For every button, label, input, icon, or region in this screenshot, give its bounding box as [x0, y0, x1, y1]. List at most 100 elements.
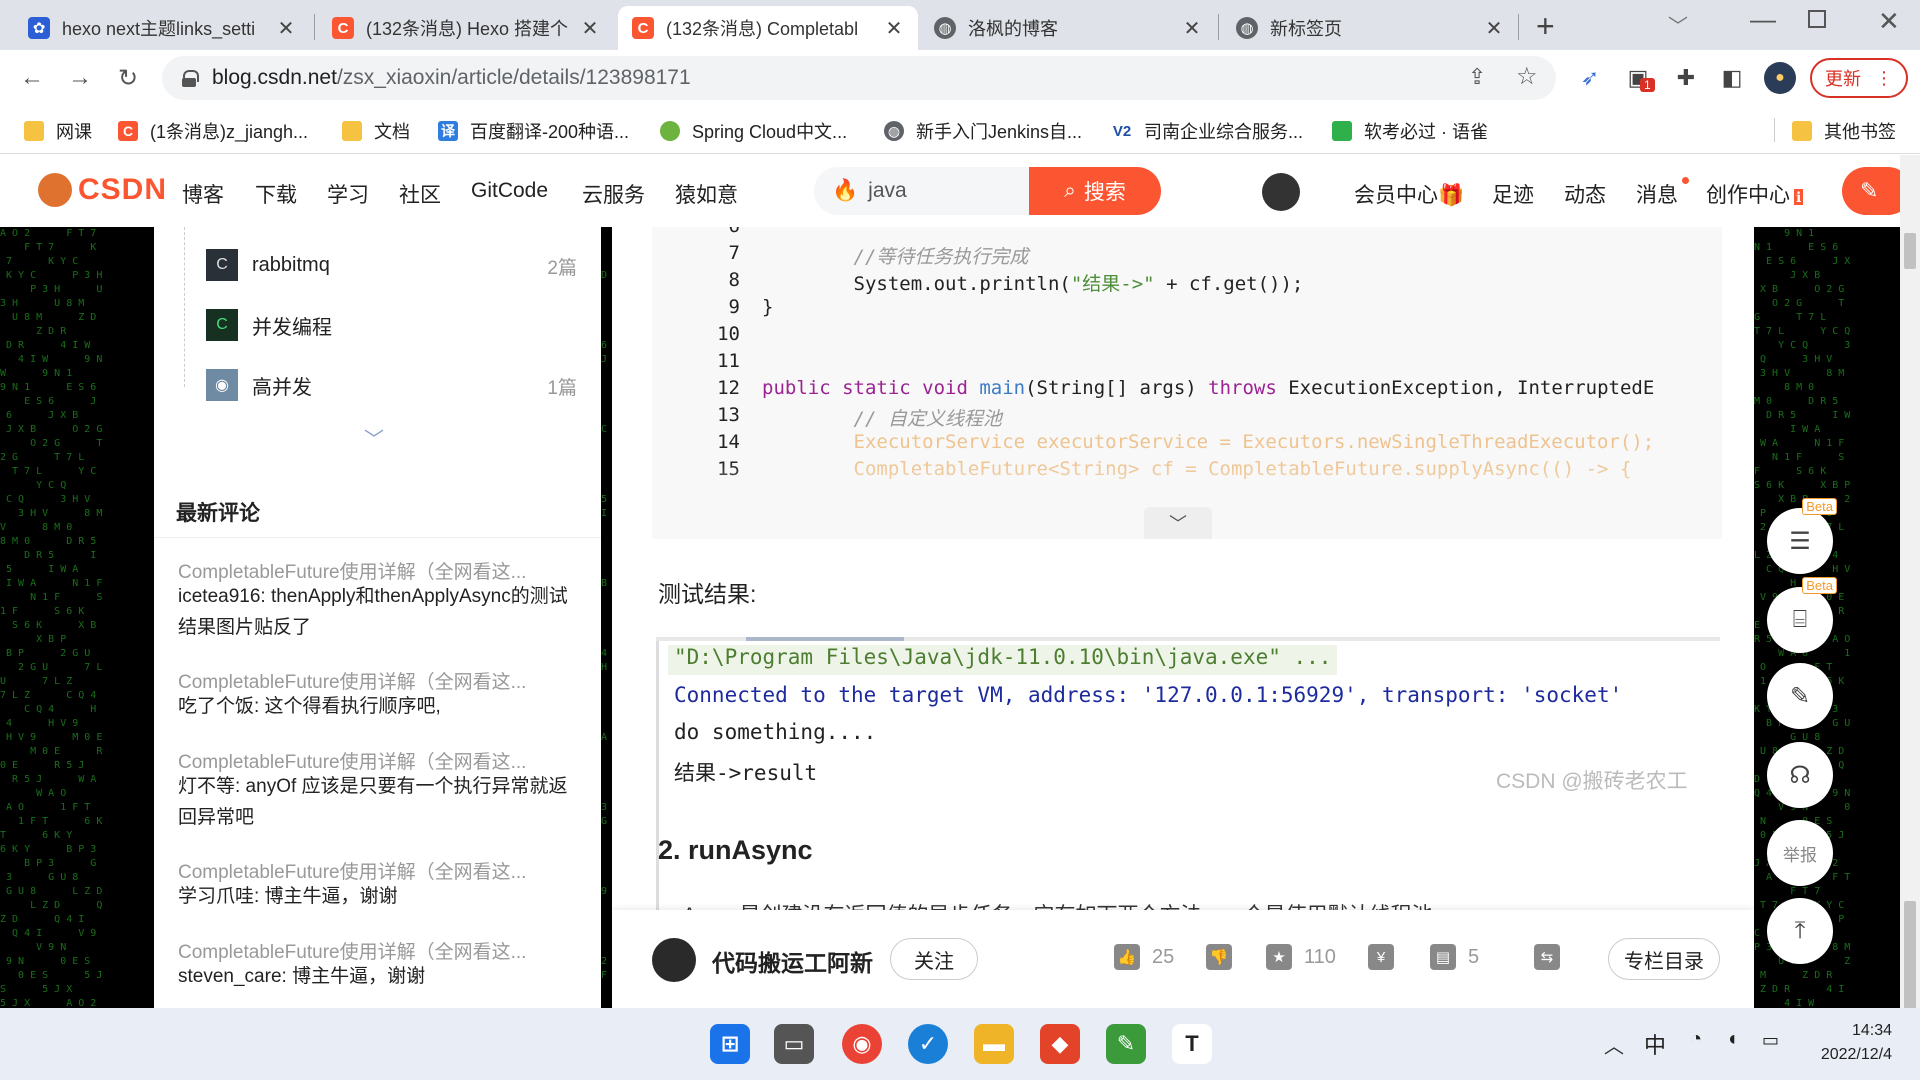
- side-panel-icon[interactable]: ◧: [1716, 62, 1748, 94]
- close-icon[interactable]: ✕: [884, 16, 904, 41]
- ai-assistant-button[interactable]: ⌸ Beta: [1767, 577, 1837, 653]
- extension-icon[interactable]: ▣ 1: [1622, 62, 1655, 94]
- file-explorer-icon[interactable]: ▬: [974, 1024, 1014, 1064]
- bookmark-item[interactable]: 软考必过 · 语雀: [1332, 118, 1488, 144]
- task-view-icon[interactable]: ▭: [774, 1024, 814, 1064]
- puzzle-icon[interactable]: ✚: [1670, 62, 1702, 94]
- reward-button[interactable]: ¥: [1368, 944, 1406, 970]
- git-icon[interactable]: ◆: [1040, 1024, 1080, 1064]
- forward-icon[interactable]: →: [64, 62, 96, 94]
- comment-article-link[interactable]: CompletableFuture使用详解（全网看这...: [178, 667, 568, 694]
- nav-download[interactable]: 下载: [255, 179, 297, 209]
- share-button[interactable]: ⇆: [1534, 944, 1572, 970]
- share-icon[interactable]: ⇪: [1468, 64, 1486, 90]
- close-icon[interactable]: ✕: [276, 16, 296, 41]
- tab-luofeng-blog[interactable]: ◍ 洛枫的博客 ✕: [920, 6, 1216, 50]
- search-input[interactable]: 🔥 java: [814, 167, 1029, 215]
- nav-learn[interactable]: 学习: [327, 179, 369, 209]
- comment-article-link[interactable]: CompletableFuture使用详解（全网看这...: [178, 857, 568, 884]
- clock-time[interactable]: 14:34: [1814, 1022, 1892, 1040]
- nav-gitcode[interactable]: GitCode: [471, 179, 548, 203]
- volume-icon[interactable]: ◖: [1726, 1028, 1738, 1051]
- update-button[interactable]: 更新 ⋮: [1810, 58, 1908, 98]
- bookmark-item[interactable]: ◍ 新手入门Jenkins自...: [884, 118, 1082, 144]
- profile-avatar[interactable]: ●: [1764, 62, 1796, 94]
- comment-button[interactable]: ▤ 5: [1430, 944, 1479, 970]
- nav-blog[interactable]: 博客: [182, 179, 224, 209]
- wifi-icon[interactable]: ◔: [1690, 1028, 1702, 1051]
- v2-icon: V2: [1112, 121, 1132, 141]
- nav-creation[interactable]: 创作中心 ℹ: [1706, 179, 1804, 209]
- feather-extension-icon[interactable]: ➶: [1574, 62, 1606, 94]
- outline-button[interactable]: ☰ Beta: [1767, 498, 1837, 574]
- write-button[interactable]: ✎: [1767, 663, 1833, 729]
- expand-chevron-icon[interactable]: ﹀: [364, 423, 384, 452]
- support-button[interactable]: ☊: [1767, 742, 1833, 808]
- dislike-button[interactable]: 👎: [1206, 944, 1244, 970]
- close-icon[interactable]: ✕: [1484, 16, 1504, 41]
- nav-community[interactable]: 社区: [399, 179, 441, 209]
- tray-chevron-icon[interactable]: ︿: [1604, 1030, 1624, 1059]
- column-item-high-concurrency[interactable]: ◉ 高并发: [206, 369, 312, 401]
- battery-icon[interactable]: ▭: [1762, 1030, 1779, 1051]
- tab-search-chevron-icon[interactable]: ﹀: [1668, 10, 1688, 39]
- tab-new-tab[interactable]: ◍ 新标签页 ✕: [1222, 6, 1518, 50]
- tab-completablefuture[interactable]: C (132条消息) Completabl ✕: [618, 6, 918, 50]
- like-button[interactable]: 👍 25: [1114, 944, 1174, 970]
- chrome-icon[interactable]: ◉: [842, 1024, 882, 1064]
- ime-indicator[interactable]: 中: [1644, 1028, 1666, 1060]
- vscode-icon[interactable]: ✓: [908, 1024, 948, 1064]
- csdn-logo[interactable]: CSDN: [38, 173, 167, 207]
- favorite-button[interactable]: ★ 110: [1266, 944, 1336, 970]
- flame-icon: 🔥: [832, 179, 859, 202]
- typora-icon[interactable]: T: [1172, 1024, 1212, 1064]
- scrollbar-thumb[interactable]: [1904, 233, 1916, 269]
- comment-article-link[interactable]: CompletableFuture使用详解（全网看这...: [178, 747, 568, 774]
- nav-messages[interactable]: 消息: [1636, 177, 1689, 209]
- column-catalog-button[interactable]: 专栏目录: [1608, 938, 1720, 980]
- page-scrollbar[interactable]: [1900, 155, 1920, 1009]
- comment-article-link[interactable]: CompletableFuture使用详解（全网看这...: [178, 557, 568, 584]
- nav-vip[interactable]: 会员中心🎁: [1354, 179, 1464, 209]
- nav-dynamic[interactable]: 动态: [1564, 179, 1606, 209]
- clock-date[interactable]: 2022/12/4: [1804, 1046, 1892, 1064]
- report-button[interactable]: 举报: [1767, 820, 1833, 886]
- expand-code-button[interactable]: ﹀: [1144, 507, 1212, 539]
- reload-icon[interactable]: ↻: [112, 62, 144, 94]
- column-item-concurrency[interactable]: C 并发编程: [206, 309, 332, 341]
- close-icon[interactable]: ✕: [1182, 16, 1202, 41]
- user-avatar[interactable]: [1262, 173, 1300, 211]
- minimize-icon[interactable]: —: [1750, 4, 1776, 35]
- follow-button[interactable]: 关注: [890, 938, 978, 980]
- bookmark-star-icon[interactable]: ☆: [1516, 62, 1538, 91]
- search-button[interactable]: ⌕ 搜索: [1029, 167, 1161, 215]
- other-bookmarks[interactable]: 其他书签: [1792, 118, 1896, 144]
- scrollbar-thumb-lower[interactable]: [1904, 901, 1916, 1009]
- restore-icon[interactable]: [1808, 10, 1826, 28]
- author-avatar[interactable]: [652, 938, 696, 982]
- bookmark-item[interactable]: Spring Cloud中文...: [660, 118, 847, 144]
- nav-yuanruyi[interactable]: 猿如意: [675, 179, 738, 209]
- bookmark-item[interactable]: 文档: [342, 118, 410, 144]
- column-item-rabbitmq[interactable]: Crabbitmq: [206, 249, 330, 281]
- comment-article-link[interactable]: CompletableFuture使用详解（全网看这...: [178, 937, 568, 964]
- back-to-top-button[interactable]: ⤒: [1767, 898, 1833, 964]
- bookmark-item[interactable]: V2 司南企业综合服务...: [1112, 118, 1303, 144]
- new-tab-button[interactable]: +: [1536, 8, 1555, 45]
- nav-footprint[interactable]: 足迹: [1492, 179, 1534, 209]
- notepad-icon[interactable]: ✎: [1106, 1024, 1146, 1064]
- bookmark-item[interactable]: C (1条消息)z_jiangh...: [118, 118, 308, 144]
- bookmark-item[interactable]: 译百度翻译-200种语...: [438, 118, 629, 144]
- nav-cloud[interactable]: 云服务: [582, 179, 645, 209]
- author-name[interactable]: 代码搬运工阿新: [712, 944, 873, 978]
- tab-hexo-next[interactable]: ✿ hexo next主题links_setti ✕: [14, 6, 310, 50]
- back-icon[interactable]: ←: [16, 62, 48, 94]
- start-windows-icon[interactable]: ⊞: [710, 1024, 750, 1064]
- tab-hexo-csdn[interactable]: C (132条消息) Hexo 搭建个 ✕: [318, 6, 614, 50]
- url-host: blog.csdn.net: [212, 66, 337, 89]
- bookmark-item[interactable]: 网课: [24, 118, 92, 144]
- close-icon[interactable]: ✕: [580, 16, 600, 41]
- csdn-header: CSDN 博客 下载 学习 社区 GitCode 云服务 猿如意 🔥 java …: [0, 155, 1912, 227]
- window-close-icon[interactable]: ✕: [1878, 6, 1900, 37]
- address-bar[interactable]: blog.csdn.net/zsx_xiaoxin/article/detail…: [162, 56, 1556, 100]
